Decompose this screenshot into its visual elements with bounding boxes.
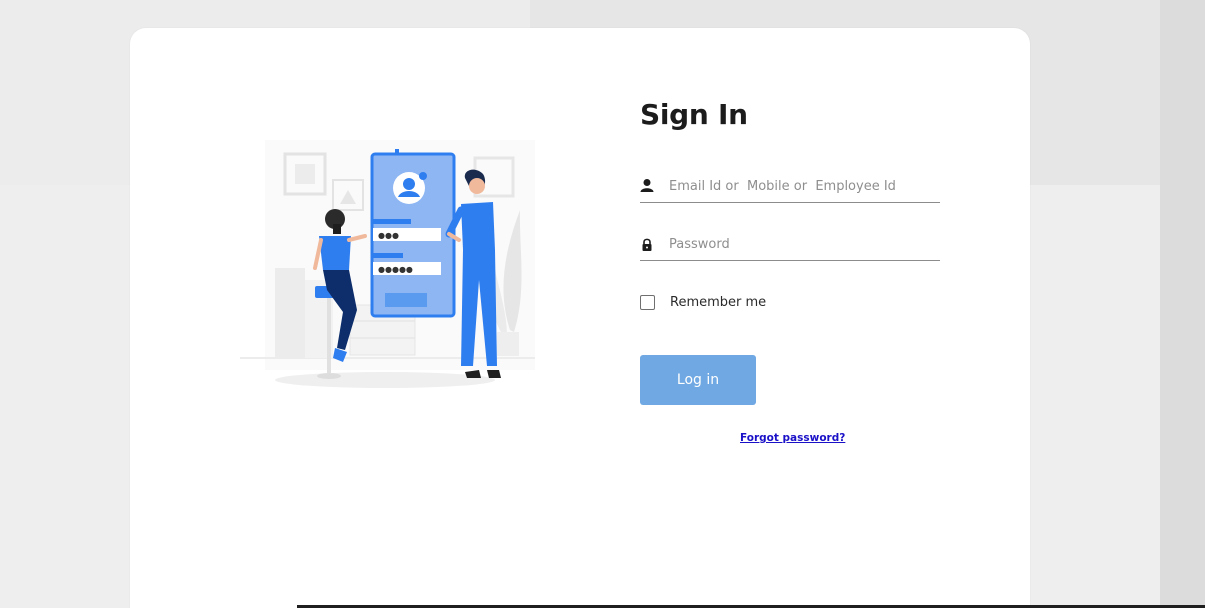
login-button[interactable]: Log in [640, 355, 756, 405]
page-title: Sign In [640, 98, 748, 131]
remember-me-checkbox[interactable] [640, 294, 655, 310]
forgot-password-link[interactable]: Forgot password? [740, 432, 845, 444]
remember-me: Remember me [640, 293, 766, 311]
background-panel [1160, 0, 1205, 608]
email-input[interactable] [669, 174, 934, 198]
password-input[interactable] [669, 232, 934, 256]
login-illustration: ●●● ●●●●● [240, 140, 535, 388]
password-dots-1: ●●● [378, 231, 399, 240]
password-field [640, 230, 940, 261]
person-icon [640, 179, 654, 192]
remember-me-label: Remember me [670, 294, 767, 310]
email-field [640, 172, 940, 203]
password-dots-2: ●●●●● [378, 265, 413, 274]
lock-icon [642, 238, 652, 251]
